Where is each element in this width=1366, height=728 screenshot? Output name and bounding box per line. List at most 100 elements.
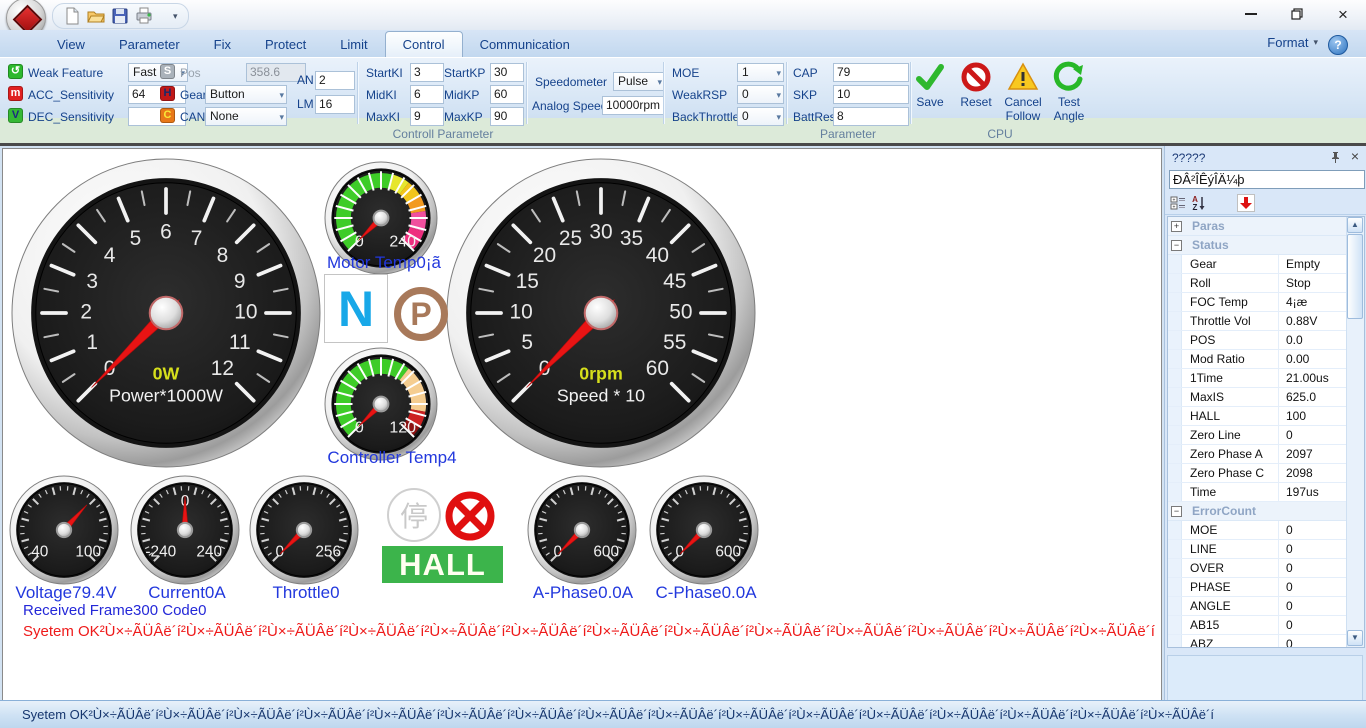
prohibition-icon: [961, 62, 991, 92]
startkp-input[interactable]: 30: [490, 63, 524, 82]
cap-input[interactable]: 79: [833, 63, 909, 82]
startki-input[interactable]: 3: [410, 63, 444, 82]
scrollbar[interactable]: ▲ ▼: [1346, 217, 1364, 647]
svg-text:60: 60: [646, 357, 669, 380]
close-icon[interactable]: ×: [1351, 148, 1359, 164]
property-row[interactable]: MOE 0: [1168, 521, 1347, 540]
gear-icon: H: [160, 86, 175, 101]
property-row[interactable]: Zero Phase A 2097: [1168, 445, 1347, 464]
minimize-button[interactable]: [1228, 0, 1274, 28]
dec-sensitivity-input[interactable]: [128, 107, 186, 126]
section-header-errorcount[interactable]: − ErrorCount: [1168, 502, 1347, 521]
tab-fix[interactable]: Fix: [197, 33, 248, 57]
restore-button[interactable]: [1274, 0, 1320, 28]
test-angle-button[interactable]: Test Angle: [1046, 61, 1092, 123]
check-icon: [916, 64, 944, 90]
tab-limit[interactable]: Limit: [323, 33, 384, 57]
save-button[interactable]: Save: [908, 61, 952, 109]
save-icon[interactable]: [111, 7, 129, 25]
can-label: CAN: [180, 110, 206, 124]
hall-badge: HALL: [382, 546, 503, 583]
help-icon[interactable]: ?: [1328, 35, 1348, 55]
panel-search-input[interactable]: ÐÂ²ÎÊýÎÄ¼þ: [1169, 170, 1365, 189]
maxki-input[interactable]: 9: [410, 107, 444, 126]
analog-speedometer-input[interactable]: 10000rpm: [602, 96, 665, 115]
gear-dropdown[interactable]: Button ▾: [205, 85, 287, 104]
current-label: Current0A: [148, 583, 226, 602]
open-folder-icon[interactable]: [87, 7, 105, 25]
panel-description-box: [1167, 655, 1363, 701]
voltage-gauge: 40 100: [9, 475, 119, 585]
customize-quick-access-icon[interactable]: ▾: [173, 11, 178, 22]
chevron-down-icon: ▾: [279, 90, 284, 100]
acc-sensitivity-input[interactable]: 64: [128, 85, 186, 104]
property-row[interactable]: Zero Line 0: [1168, 426, 1347, 445]
svg-text:50: 50: [669, 301, 692, 324]
close-button[interactable]: ×: [1320, 0, 1366, 28]
moe-dropdown[interactable]: 1 ▾: [737, 63, 784, 82]
property-row[interactable]: PHASE 0: [1168, 578, 1347, 597]
circular-arrow-icon: [1053, 61, 1083, 91]
property-row[interactable]: FOC Temp 4¡æ: [1168, 293, 1347, 312]
an-input[interactable]: 2: [315, 71, 355, 90]
property-row[interactable]: POS 0.0: [1168, 331, 1347, 350]
collapse-icon[interactable]: −: [1171, 240, 1182, 251]
lm-input[interactable]: 16: [315, 95, 355, 114]
tab-communication[interactable]: Communication: [463, 33, 587, 57]
pin-icon[interactable]: [1330, 151, 1341, 167]
can-dropdown[interactable]: None ▾: [205, 107, 287, 126]
section-header-status[interactable]: − Status: [1168, 236, 1347, 255]
property-row[interactable]: MaxIS 625.0: [1168, 388, 1347, 407]
property-row[interactable]: ABZ 0: [1168, 635, 1347, 647]
svg-text:240: 240: [196, 543, 222, 560]
property-row[interactable]: OVER 0: [1168, 559, 1347, 578]
property-row[interactable]: ANGLE 0: [1168, 597, 1347, 616]
backthrottle-dropdown[interactable]: 0 ▾: [737, 107, 784, 126]
tab-view[interactable]: View: [40, 33, 102, 57]
throttle-label: Throttle0: [272, 583, 340, 602]
expand-icon[interactable]: +: [1171, 221, 1182, 232]
reset-button[interactable]: Reset: [954, 61, 998, 109]
property-row[interactable]: Gear Empty: [1168, 255, 1347, 274]
property-row[interactable]: 1Time 21.00us: [1168, 369, 1347, 388]
scrollbar-thumb[interactable]: [1347, 234, 1363, 319]
property-row[interactable]: Roll Stop: [1168, 274, 1347, 293]
red-down-arrow-icon[interactable]: [1237, 194, 1255, 212]
tab-control[interactable]: Control: [384, 31, 463, 57]
scroll-up-icon[interactable]: ▲: [1347, 217, 1363, 233]
property-row[interactable]: Mod Ratio 0.00: [1168, 350, 1347, 369]
midki-input[interactable]: 6: [410, 85, 444, 104]
section-header-paras[interactable]: + Paras: [1168, 217, 1347, 236]
cancel-follow-button[interactable]: Cancel Follow: [998, 61, 1048, 123]
chevron-down-icon: ▾: [776, 90, 781, 100]
midkp-input[interactable]: 60: [490, 85, 524, 104]
format-menu[interactable]: Format ▾: [1267, 35, 1318, 50]
maxkp-label: MaxKP: [444, 110, 483, 124]
print-icon[interactable]: [135, 7, 153, 25]
svg-text:55: 55: [663, 331, 686, 354]
scroll-down-icon[interactable]: ▼: [1347, 630, 1363, 646]
panel-header: ????? ×: [1165, 148, 1366, 168]
property-row[interactable]: Throttle Vol 0.88V: [1168, 312, 1347, 331]
speedometer-dropdown[interactable]: Pulse ▾: [613, 72, 665, 91]
categorized-icon[interactable]: + +: [1170, 195, 1186, 216]
svg-text:11: 11: [229, 331, 251, 354]
svg-text:3: 3: [86, 270, 98, 293]
skp-input[interactable]: 10: [833, 85, 909, 104]
property-row[interactable]: AB15 0: [1168, 616, 1347, 635]
tab-protect[interactable]: Protect: [248, 33, 323, 57]
property-row[interactable]: Zero Phase C 2098: [1168, 464, 1347, 483]
weakrsp-dropdown[interactable]: 0 ▾: [737, 85, 784, 104]
weak-feature-dropdown[interactable]: Fast ▾: [128, 63, 188, 82]
tab-parameter[interactable]: Parameter: [102, 33, 197, 57]
property-row[interactable]: HALL 100: [1168, 407, 1347, 426]
maxkp-input[interactable]: 90: [490, 107, 524, 126]
collapse-icon[interactable]: −: [1171, 506, 1182, 517]
property-row[interactable]: LINE 0: [1168, 540, 1347, 559]
property-row[interactable]: Time 197us: [1168, 483, 1347, 502]
new-document-icon[interactable]: [63, 7, 81, 25]
group-label-controll-parameter: Controll Parameter: [392, 127, 494, 141]
sort-alphabetical-icon[interactable]: AZ: [1191, 195, 1207, 216]
weak-feature-icon: ↺: [8, 64, 23, 79]
battres-input[interactable]: 8: [833, 107, 909, 126]
